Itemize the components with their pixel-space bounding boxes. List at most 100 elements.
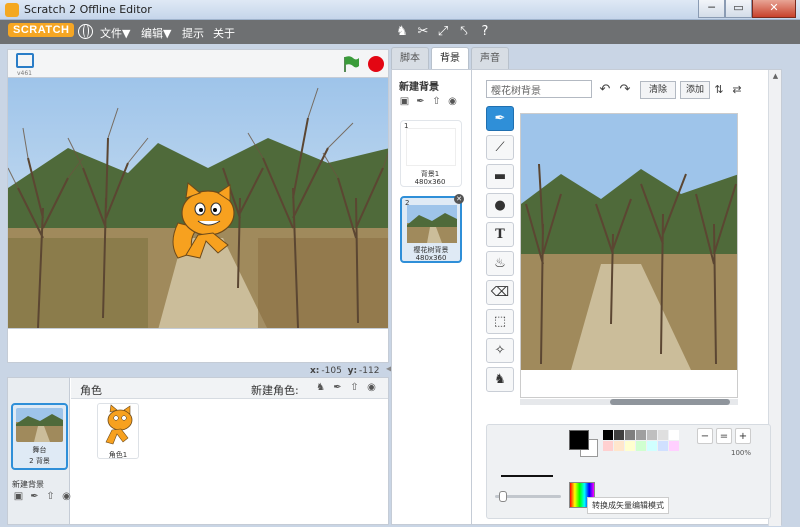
canvas-horizontal-scrollbar[interactable] [520,399,738,405]
shrink-icon[interactable]: ⤣ [456,24,472,40]
brush-tool-icon[interactable]: ✒ [486,106,514,131]
tab-sounds[interactable]: 声音 [471,47,509,69]
color-swatch[interactable] [669,441,679,451]
backdrop-name-input[interactable] [486,80,592,98]
help-question-icon[interactable]: ? [477,24,493,40]
stroke-width-slider[interactable] [495,491,561,502]
upload-sprite-icon[interactable]: ⇧ [348,382,361,393]
text-tool-icon[interactable]: T [486,222,514,247]
menu-edit[interactable]: 编辑▼ [141,25,171,41]
color-swatch[interactable] [658,430,668,440]
title-bar: Scratch 2 Offline Editor ─ ▭ ✕ [0,0,800,20]
cut-scissors-icon[interactable]: ✂ [415,24,431,40]
sprite-library-icon[interactable]: ♞ [314,382,327,393]
scrollbar-thumb[interactable] [610,399,730,405]
paint-options: − = + 100% 转换成矢量编辑模式 [486,424,771,519]
sprite-thumbnail-image [105,404,133,445]
primary-color[interactable] [569,430,589,450]
maximize-button[interactable]: ▭ [725,0,752,18]
add-button[interactable]: 添加 [680,81,710,99]
color-swatch[interactable] [614,430,624,440]
backdrop-thumbnail-image [407,205,457,243]
tab-backdrops[interactable]: 背景 [431,47,469,69]
stage-blank-strip [7,329,389,363]
x-coordinate: -105 [321,366,342,376]
ellipse-tool-icon[interactable]: ● [486,193,514,218]
new-sprite-label: 新建角色: [251,384,299,397]
fill-bucket-icon[interactable]: ♨ [486,251,514,276]
color-swatch[interactable] [603,441,613,451]
redo-icon[interactable]: ↷ [617,82,633,98]
menu-tips[interactable]: 提示 [182,25,204,41]
color-swatch[interactable] [647,430,657,440]
choose-backdrop-icon[interactable]: ▣ [398,96,411,107]
camera-icon[interactable]: ◉ [60,491,73,502]
color-swatch[interactable] [625,430,635,440]
line-tool-icon[interactable]: ⟋ [486,135,514,160]
new-sprite-tools: ♞ ✒ ⇧ ◉ [314,382,378,393]
new-backdrop-tools: ▣ ✒ ⇧ ◉ [12,491,73,502]
flip-horizontal-icon[interactable]: ⇄ [730,82,744,98]
delete-backdrop-icon[interactable]: ✕ [454,194,464,204]
zoom-reset-icon[interactable]: = [716,428,732,444]
color-swatch[interactable] [636,441,646,451]
zoom-in-icon[interactable]: + [735,428,751,444]
stroke-width-preview [501,475,553,477]
undo-icon[interactable]: ↶ [597,82,613,98]
close-button[interactable]: ✕ [752,0,796,18]
camera-sprite-icon[interactable]: ◉ [365,382,378,393]
paint-new-backdrop-icon[interactable]: ✒ [414,96,427,107]
sprite-tile[interactable]: 角色1 [97,403,139,459]
backdrop-item-selected[interactable]: 2 ✕ 樱花树背景 480x360 [400,194,464,263]
menu-file[interactable]: 文件▼ [100,25,130,41]
camera-backdrop-icon[interactable]: ◉ [446,96,459,107]
duplicate-stamp-icon[interactable]: ♞ [394,24,410,40]
mouse-coordinates: x: -105 y: -112 [310,366,380,376]
fullscreen-icon[interactable] [16,53,34,68]
scratch-logo[interactable]: SCRATCH [8,23,75,37]
slider-knob[interactable] [499,491,507,502]
stage-backdrop-image [8,78,388,328]
select-tool-icon[interactable]: ⬚ [486,309,514,334]
magic-wand-icon[interactable]: ✧ [486,338,514,363]
stage-column: 舞台 2 背景 新建背景 ▣ ✒ ⇧ ◉ [8,378,73,524]
convert-vector-button[interactable]: 转换成矢量编辑模式 [587,497,669,514]
stage-canvas[interactable] [7,77,389,329]
color-swatch[interactable] [603,430,613,440]
color-swatch[interactable] [647,441,657,451]
language-globe-icon[interactable] [78,24,93,39]
backdrop-size: 480x360 [415,254,447,262]
clear-button[interactable]: 清除 [640,81,676,99]
canvas-backdrop-image [521,114,737,370]
color-swatch[interactable] [636,430,646,440]
stage-thumbnail[interactable]: 舞台 2 背景 [11,403,68,470]
minimize-button[interactable]: ─ [698,0,725,18]
stamp-tool-icon[interactable]: ♞ [486,367,514,392]
menu-about[interactable]: 关于 [213,25,235,41]
upload-icon[interactable]: ⇧ [44,491,57,502]
library-image-icon[interactable]: ▣ [12,491,25,502]
color-swatch[interactable] [625,441,635,451]
zoom-out-icon[interactable]: − [697,428,713,444]
rectangle-tool-icon[interactable]: ▬ [486,164,514,189]
upload-backdrop-icon[interactable]: ⇧ [430,96,443,107]
paint-brush-icon[interactable]: ✒ [28,491,41,502]
color-swatch[interactable] [669,430,679,440]
import-icon[interactable]: ⇅ [712,82,726,98]
tab-scripts[interactable]: 脚本 [391,47,429,69]
paint-toolbox: ✒ ⟋ ▬ ● T ♨ ⌫ ⬚ ✧ ♞ [486,106,516,396]
scroll-up-icon[interactable]: ▲ [771,72,780,84]
green-flag-icon[interactable] [342,55,360,73]
eraser-tool-icon[interactable]: ⌫ [486,280,514,305]
color-swatch[interactable] [614,441,624,451]
grow-icon[interactable]: ⤢ [435,24,451,40]
new-backdrop-title: 新建背景 [399,82,439,93]
paint-sprite-icon[interactable]: ✒ [331,382,344,393]
zoom-controls: − = + [697,428,751,444]
stop-button[interactable] [368,56,384,72]
app-icon [5,3,19,17]
color-swatch[interactable] [658,441,668,451]
paint-canvas[interactable] [520,113,738,398]
new-backdrop-label: 新建背景 [12,480,44,489]
backdrop-item[interactable]: 1 背景1 480x360 [400,120,462,187]
